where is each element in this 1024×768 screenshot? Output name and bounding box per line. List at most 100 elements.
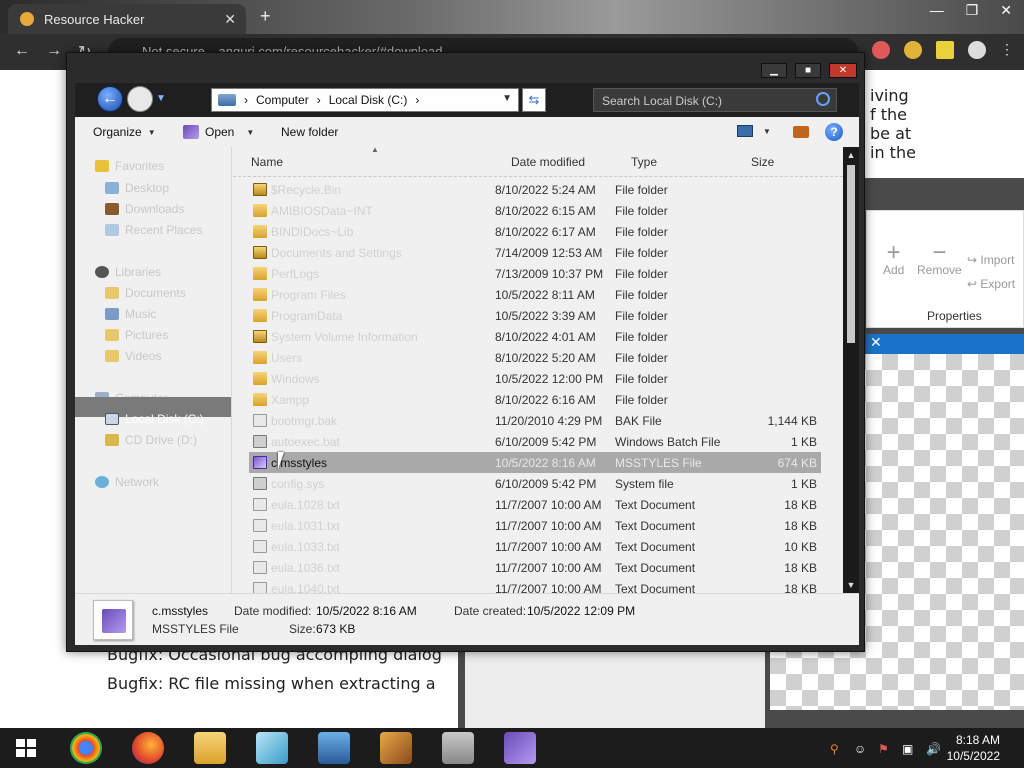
import-tool[interactable]: ↪ Import xyxy=(967,253,1014,267)
nav-recent-places[interactable]: Recent Places xyxy=(105,223,202,237)
nav-label: Videos xyxy=(125,349,162,363)
remove-tool[interactable]: − Remove xyxy=(917,241,962,278)
calculator-icon[interactable] xyxy=(442,732,474,764)
scroll-up-icon[interactable]: ▲ xyxy=(843,147,859,163)
table-row[interactable]: eula.1036.txt 11/7/2007 10:00 AM Text Docu… xyxy=(249,557,821,578)
chevron-right-icon[interactable]: › xyxy=(415,93,419,107)
file-explorer-icon[interactable] xyxy=(194,732,226,764)
organize-button[interactable]: Organize ▼ xyxy=(93,125,156,139)
table-row[interactable]: System Volume Information 8/10/2022 4:01 … xyxy=(249,326,821,347)
extension-icon[interactable] xyxy=(872,41,890,59)
emoji-icon[interactable]: ☺ xyxy=(854,742,866,756)
table-row[interactable]: autoexec.bat 6/10/2009 5:42 PM Windows Bat… xyxy=(249,431,821,452)
column-date-modified[interactable]: Date modified xyxy=(511,155,585,169)
table-row[interactable]: bootmgr.bak 11/20/2010 4:29 PM BAK File 1,1… xyxy=(249,410,821,431)
breadcrumb-local-disk[interactable]: Local Disk (C:) xyxy=(329,93,408,107)
back-icon[interactable]: ← xyxy=(14,42,30,60)
nav-favorites[interactable]: Favorites xyxy=(95,159,164,173)
notepad-icon[interactable] xyxy=(256,732,288,764)
clock[interactable]: 8:18 AM 10/5/2022 xyxy=(947,732,1000,764)
nav-desktop[interactable]: Desktop xyxy=(105,181,169,195)
computer-app-icon[interactable] xyxy=(318,732,350,764)
nav-pictures[interactable]: Pictures xyxy=(105,328,168,342)
column-size[interactable]: Size xyxy=(751,155,774,169)
column-name[interactable]: Name xyxy=(251,155,283,169)
minimize-icon[interactable]: — xyxy=(930,2,944,19)
chevron-down-icon[interactable]: ▼ xyxy=(763,127,771,136)
nav-local-disk[interactable]: Local Disk (C:) xyxy=(105,412,204,426)
table-row[interactable]: eula.1040.txt 11/7/2007 10:00 AM Text Docu… xyxy=(249,578,821,593)
table-row[interactable]: Users 8/10/2022 5:20 AM File folder xyxy=(249,347,821,368)
search-icon[interactable] xyxy=(816,92,830,106)
scroll-thumb[interactable] xyxy=(847,165,855,343)
chevron-down-icon[interactable]: ▼ xyxy=(246,128,254,137)
table-row[interactable]: PerfLogs 7/13/2009 10:37 PM File folder xyxy=(249,263,821,284)
preview-pane-icon[interactable] xyxy=(793,126,809,138)
paint-icon[interactable] xyxy=(380,732,412,764)
browser-window-controls: — ❐ ✕ xyxy=(930,2,1012,19)
new-tab-button[interactable]: + xyxy=(260,6,271,27)
close-icon[interactable]: ✕ xyxy=(1000,2,1012,19)
resource-hacker-icon[interactable] xyxy=(504,732,536,764)
search-icon[interactable]: ⚲ xyxy=(830,742,839,756)
profile-icon[interactable] xyxy=(968,41,986,59)
breadcrumb-computer[interactable]: Computer xyxy=(256,93,309,107)
dialog-maximize-button[interactable]: ■ xyxy=(795,63,821,78)
table-row[interactable]: Xampp 8/10/2022 6:16 AM File folder xyxy=(249,389,821,410)
refresh-button[interactable]: ⇆ xyxy=(522,88,546,112)
views-icon[interactable] xyxy=(737,125,753,137)
nav-music[interactable]: Music xyxy=(105,307,156,321)
table-row[interactable]: eula.1031.txt 11/7/2007 10:00 AM Text Docu… xyxy=(249,515,821,536)
chevron-right-icon[interactable]: › xyxy=(317,93,321,107)
table-row[interactable]: $Recycle.Bin 8/10/2022 5:24 AM File folder xyxy=(249,179,821,200)
scroll-down-icon[interactable]: ▼ xyxy=(843,577,859,593)
nav-cd-drive[interactable]: CD Drive (D:) xyxy=(105,433,197,447)
dialog-close-button[interactable]: ✕ xyxy=(829,63,857,78)
forward-icon[interactable]: → xyxy=(46,42,62,60)
table-row[interactable]: Documents and Settings 7/14/2009 12:53 AM… xyxy=(249,242,821,263)
chrome-icon[interactable] xyxy=(70,732,102,764)
table-row[interactable]: eula.1028.txt 11/7/2007 10:00 AM Text Docu… xyxy=(249,494,821,515)
add-tool[interactable]: + Add xyxy=(883,241,904,278)
forward-button[interactable] xyxy=(127,86,153,112)
table-row[interactable]: AMIBIOSData~INT 8/10/2022 6:15 AM File fol… xyxy=(249,200,821,221)
browser-tab[interactable]: Resource Hacker ✕ xyxy=(8,4,246,34)
close-icon[interactable]: ✕ xyxy=(870,334,882,350)
table-row[interactable]: Program Files 10/5/2022 8:11 AM File folde… xyxy=(249,284,821,305)
search-input[interactable]: Search Local Disk (C:) xyxy=(593,88,837,112)
start-button[interactable] xyxy=(16,739,36,757)
table-row[interactable]: Windows 10/5/2022 12:00 PM File folder xyxy=(249,368,821,389)
table-row[interactable]: config.sys 6/10/2009 5:42 PM System file 1 … xyxy=(249,473,821,494)
nav-documents[interactable]: Documents xyxy=(105,286,186,300)
new-folder-button[interactable]: New folder xyxy=(281,125,338,139)
sidebar-icon[interactable] xyxy=(936,41,954,59)
table-row[interactable]: ProgramData 10/5/2022 3:39 AM File folder xyxy=(249,305,821,326)
table-row[interactable]: eula.1033.txt 11/7/2007 10:00 AM Text Docu… xyxy=(249,536,821,557)
maximize-icon[interactable]: ❐ xyxy=(966,2,979,19)
table-row[interactable]: c.msstyles 10/5/2022 8:16 AM MSSTYLES File… xyxy=(249,452,821,473)
address-dropdown-icon[interactable]: ▼ xyxy=(502,93,512,104)
flag-icon[interactable]: ⚑ xyxy=(878,742,889,756)
menu-icon[interactable]: ⋮ xyxy=(1000,41,1014,59)
firefox-icon[interactable] xyxy=(132,732,164,764)
dialog-minimize-button[interactable]: ▁ xyxy=(761,63,787,78)
chevron-right-icon[interactable]: › xyxy=(244,93,248,107)
back-button[interactable]: ← xyxy=(97,86,123,112)
column-type[interactable]: Type xyxy=(631,155,657,169)
nav-videos[interactable]: Videos xyxy=(105,349,161,363)
close-tab-icon[interactable]: ✕ xyxy=(224,11,236,28)
table-row[interactable]: BINDIDocs~Lib 8/10/2022 6:17 AM File folde… xyxy=(249,221,821,242)
history-dropdown-icon[interactable]: ▼ xyxy=(156,93,166,104)
vertical-scrollbar[interactable]: ▲ ▼ xyxy=(843,147,859,593)
folder-icon xyxy=(253,288,267,301)
network-tray-icon[interactable]: ▣ xyxy=(902,742,913,756)
volume-icon[interactable]: 🔊 xyxy=(926,742,941,756)
puzzle-icon[interactable] xyxy=(904,41,922,59)
help-icon[interactable]: ? xyxy=(825,123,843,141)
nav-libraries[interactable]: Libraries xyxy=(95,265,161,279)
nav-network[interactable]: Network xyxy=(95,475,159,489)
open-button[interactable]: Open ▼ xyxy=(183,125,254,139)
nav-downloads[interactable]: Downloads xyxy=(105,202,184,216)
breadcrumb[interactable]: › Computer › Local Disk (C:) › ▼ xyxy=(211,88,519,112)
export-tool[interactable]: ↩ Export xyxy=(967,277,1015,291)
